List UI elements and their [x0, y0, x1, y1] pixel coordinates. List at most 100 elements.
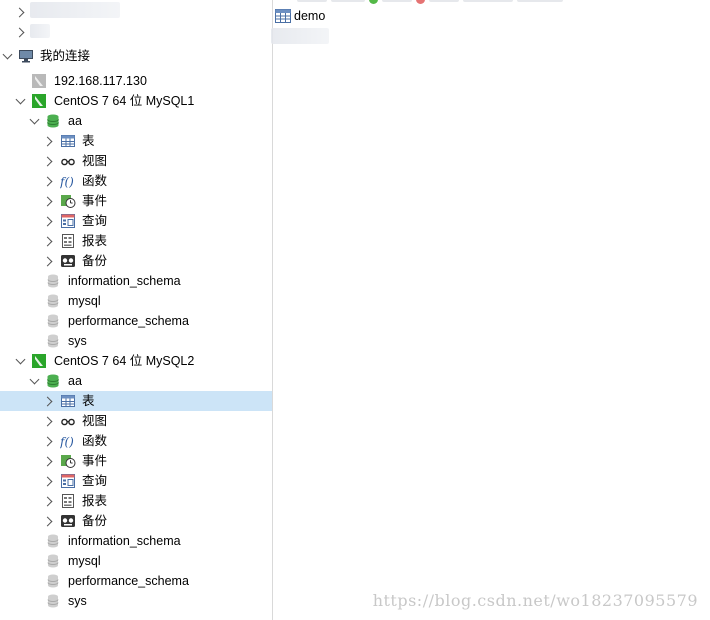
connection-active-icon [32, 94, 46, 108]
function-icon: f() [60, 175, 74, 189]
table-name: demo [294, 9, 326, 23]
connection-inactive-icon [32, 74, 46, 88]
database-name: aa [68, 374, 82, 388]
connection-item[interactable]: CentOS 7 64 位 MySQL1 [0, 91, 272, 111]
query-icon [61, 214, 75, 228]
chevron-right-icon[interactable] [42, 216, 53, 227]
chevron-right-icon[interactable] [42, 156, 53, 167]
chevron-down-icon[interactable] [15, 94, 26, 105]
database-closed-icon [47, 534, 59, 548]
watermark: https://blog.csdn.net/wo18237095579 [372, 591, 698, 610]
view-glasses-icon [61, 158, 75, 166]
database-name: mysql [68, 294, 101, 308]
database-item-closed[interactable]: information_schema [0, 531, 272, 551]
database-open-icon [47, 374, 59, 388]
database-name: sys [68, 594, 87, 608]
function-icon: f() [60, 435, 74, 449]
tree-node-report[interactable]: 报表 [0, 231, 272, 251]
database-item[interactable]: aa [0, 371, 272, 391]
database-name: aa [68, 114, 82, 128]
report-icon [62, 494, 74, 508]
chevron-right-icon[interactable] [42, 416, 53, 427]
chevron-right-icon[interactable] [42, 436, 53, 447]
tree-node-label: 表 [82, 394, 95, 408]
toolbar-strip [297, 0, 563, 4]
chevron-right-icon[interactable] [42, 396, 53, 407]
chevron-down-icon[interactable] [29, 114, 40, 125]
table-icon [61, 395, 75, 407]
chevron-down-icon[interactable] [2, 49, 13, 60]
blurred-status [271, 28, 329, 44]
database-item-closed[interactable]: performance_schema [0, 311, 272, 331]
tree-node-function[interactable]: f() 函数 [0, 171, 272, 191]
database-name: performance_schema [68, 574, 189, 588]
database-open-icon [47, 114, 59, 128]
event-clock-icon [61, 455, 76, 468]
tree-node-query[interactable]: 查询 [0, 211, 272, 231]
table-icon [275, 9, 291, 23]
database-name: mysql [68, 554, 101, 568]
tree-node-backup[interactable]: 备份 [0, 511, 272, 531]
tree-node-view-glasses[interactable]: 视图 [0, 151, 272, 171]
blurred-row-1[interactable] [0, 2, 272, 22]
chevron-down-icon[interactable] [29, 374, 40, 385]
svg-text:f(): f() [60, 175, 74, 189]
chevron-right-icon[interactable] [42, 476, 53, 487]
database-closed-icon [47, 594, 59, 608]
tree-node-report[interactable]: 报表 [0, 491, 272, 511]
database-name: performance_schema [68, 314, 189, 328]
connection-group[interactable]: 我的连接 [0, 46, 272, 66]
chevron-right-icon[interactable] [14, 7, 25, 18]
tree-node-label: 表 [82, 134, 95, 148]
connection-item[interactable]: CentOS 7 64 位 MySQL2 [0, 351, 272, 371]
database-item-closed[interactable]: mysql [0, 291, 272, 311]
tree-node-label: 查询 [82, 214, 108, 228]
database-item-closed[interactable]: information_schema [0, 271, 272, 291]
tree-node-function[interactable]: f() 函数 [0, 431, 272, 451]
chevron-right-icon[interactable] [14, 27, 25, 38]
chevron-right-icon[interactable] [42, 236, 53, 247]
tree-node-table[interactable]: 表 [0, 391, 272, 411]
svg-text:f(): f() [60, 435, 74, 449]
tree-node-event-clock[interactable]: 事件 [0, 191, 272, 211]
table-icon [61, 135, 75, 147]
tree-node-label: 备份 [82, 514, 108, 528]
connection-name: CentOS 7 64 位 MySQL1 [54, 94, 195, 108]
tree-node-label: 报表 [82, 494, 108, 508]
database-item-closed[interactable]: sys [0, 591, 272, 611]
database-item-closed[interactable]: performance_schema [0, 571, 272, 591]
chevron-right-icon[interactable] [42, 456, 53, 467]
database-closed-icon [47, 294, 59, 308]
connection-ip-label: 192.168.117.130 [54, 74, 147, 88]
connection-item-ip[interactable]: 192.168.117.130 [0, 71, 272, 91]
database-closed-icon [47, 574, 59, 588]
chevron-down-icon[interactable] [15, 354, 26, 365]
tree-node-label: 备份 [82, 254, 108, 268]
tree-node-view-glasses[interactable]: 视图 [0, 411, 272, 431]
report-icon [62, 234, 74, 248]
table-item-demo[interactable]: demo [275, 7, 325, 25]
database-item[interactable]: aa [0, 111, 272, 131]
tree-node-query[interactable]: 查询 [0, 471, 272, 491]
database-name: information_schema [68, 534, 181, 548]
chevron-right-icon[interactable] [42, 136, 53, 147]
chevron-right-icon[interactable] [42, 496, 53, 507]
chevron-right-icon[interactable] [42, 516, 53, 527]
tree-node-backup[interactable]: 备份 [0, 251, 272, 271]
event-clock-icon [61, 195, 76, 208]
tree-node-event-clock[interactable]: 事件 [0, 451, 272, 471]
tree-node-label: 事件 [82, 454, 108, 468]
chevron-right-icon[interactable] [42, 256, 53, 267]
tree-node-table[interactable]: 表 [0, 131, 272, 151]
chevron-right-icon[interactable] [42, 196, 53, 207]
database-item-closed[interactable]: sys [0, 331, 272, 351]
connection-active-icon [32, 354, 46, 368]
navigation-sidebar: 我的连接 192.168.117.130 CentOS 7 64 位 MySQL… [0, 0, 273, 620]
chevron-right-icon[interactable] [42, 176, 53, 187]
blurred-row-2[interactable] [0, 22, 272, 42]
tree-node-label: 函数 [82, 434, 108, 448]
database-item-closed[interactable]: mysql [0, 551, 272, 571]
monitor-icon [19, 50, 33, 63]
database-name: information_schema [68, 274, 181, 288]
database-name: sys [68, 334, 87, 348]
